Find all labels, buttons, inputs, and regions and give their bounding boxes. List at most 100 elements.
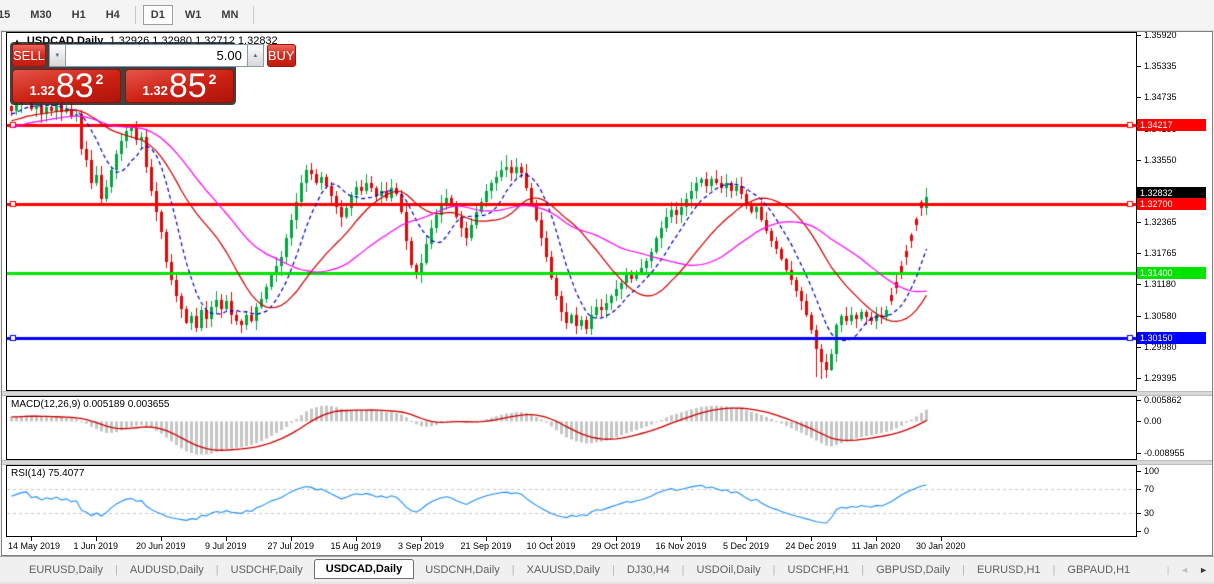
buy-price-sup: 2: [208, 71, 217, 87]
price-axis-tick: 1.34735: [1144, 92, 1177, 102]
tab-xauusd-daily[interactable]: XAUUSD,Daily: [516, 561, 611, 579]
hline-price-flag: 1.31400: [1137, 267, 1206, 279]
price-axis-tick-dash: [1137, 378, 1141, 379]
time-axis-label: 30 Jan 2020: [916, 541, 966, 551]
macd-canvas[interactable]: [7, 397, 1136, 459]
chart-window: ▲USDCAD,Daily 1.32926 1.32980 1.32712 1.…: [1, 31, 1213, 556]
sell-price-big: 83: [55, 67, 94, 105]
volume-decrease-button[interactable]: ▼: [48, 44, 66, 67]
timeframe-button-h1[interactable]: H1: [64, 5, 94, 25]
time-axis-label: 21 Sep 2019: [460, 541, 512, 551]
hline-price-flag: 1.32700: [1137, 198, 1206, 210]
time-axis-label: 27 Jul 2019: [267, 541, 315, 551]
time-axis-label: 10 Oct 2019: [526, 541, 576, 551]
rsi-axis-tick-dash: [1137, 531, 1141, 532]
tab-usdcnh-daily[interactable]: USDCNH,Daily: [414, 561, 511, 579]
tab-usdchf-h1[interactable]: USDCHF,H1: [777, 561, 861, 579]
time-axis-label: 11 Jan 2020: [851, 541, 901, 551]
tab-gbpaud-h1[interactable]: GBPAUD,H1: [1056, 561, 1141, 579]
spinner-up-icon: ▲: [252, 52, 259, 59]
tabs-scroll-left-icon[interactable]: ◄: [1180, 565, 1189, 575]
timeframe-button-d1[interactable]: D1: [142, 5, 173, 25]
buy-button[interactable]: BUY: [266, 44, 296, 67]
price-axis-tick-dash: [1137, 222, 1141, 223]
buy-price-small: 1.32: [142, 83, 168, 98]
tab-usdoil-daily[interactable]: USDOil,Daily: [685, 561, 771, 579]
tab-scroll-arrows: | ◄ ►: [1166, 565, 1208, 575]
timeframe-button-mn[interactable]: MN: [213, 5, 246, 25]
time-axis-label: 24 Dec 2019: [785, 541, 837, 551]
sell-price-button[interactable]: 1.32 83 2: [12, 69, 121, 103]
macd-axis-tick: 0.00: [1144, 416, 1162, 426]
rsi-axis-tick-dash: [1137, 513, 1141, 514]
rsi-axis-tick: 100: [1144, 466, 1160, 476]
rsi-axis-tick-dash: [1137, 471, 1141, 472]
macd-axis-tick: 0.005862: [1144, 396, 1182, 405]
tab-separator: |: [114, 563, 118, 576]
time-axis-label: 16 Nov 2019: [655, 541, 707, 551]
price-axis-tick-dash: [1137, 316, 1141, 317]
tab-usdchf-daily[interactable]: USDCHF,Daily: [220, 561, 314, 579]
price-axis-tick: 1.31180: [1144, 279, 1176, 289]
sell-price-sup: 2: [95, 71, 104, 87]
timeframe-button-h4[interactable]: H4: [98, 5, 128, 25]
hline-price-flag: 1.30150: [1137, 332, 1206, 344]
timeframe-button-w1[interactable]: W1: [177, 5, 210, 25]
tab-gbpusd-daily[interactable]: GBPUSD,Daily: [865, 561, 961, 579]
time-axis-label: 5 Dec 2019: [723, 541, 770, 551]
tab-separator: |: [861, 563, 865, 576]
tab-separator: |: [215, 563, 219, 576]
rsi-canvas[interactable]: [7, 466, 1136, 536]
macd-axis-tick-dash: [1137, 400, 1141, 401]
price-axis-tick-dash: [1137, 160, 1141, 161]
macd-axis-tick-dash: [1137, 453, 1141, 454]
time-axis-label: 3 Sep 2019: [398, 541, 445, 551]
price-axis-tick: 1.30580: [1144, 311, 1177, 321]
timeframe-button-15[interactable]: 15: [0, 5, 18, 25]
price-axis-tick: 1.35920: [1144, 32, 1177, 40]
axis-corner: [1137, 537, 1210, 555]
tab-separator: |: [511, 563, 515, 576]
price-axis[interactable]: 1.359201.353351.347351.341351.335501.329…: [1137, 32, 1210, 391]
toolbar-separator: [134, 6, 136, 24]
tab-separator: |: [1166, 564, 1170, 575]
time-axis-label: 15 Aug 2019: [330, 541, 382, 551]
sell-price-small: 1.32: [29, 83, 55, 98]
toolbar-separator: [253, 6, 255, 24]
tab-separator: |: [611, 563, 615, 576]
tab-usdcad-daily[interactable]: USDCAD,Daily: [313, 558, 415, 579]
tab-dj30-h4[interactable]: DJ30,H4: [616, 561, 681, 579]
price-axis-tick-dash: [1137, 35, 1141, 36]
macd-axis-tick: -0.008955: [1144, 448, 1185, 458]
tab-audusd-daily[interactable]: AUDUSD,Daily: [119, 561, 215, 579]
time-axis-label: 20 Jun 2019: [136, 541, 186, 551]
rsi-axis-tick-dash: [1137, 489, 1141, 490]
price-axis-tick: 1.35335: [1144, 61, 1177, 71]
price-axis-tick-dash: [1137, 97, 1141, 98]
tabs-scroll-right-icon[interactable]: ►: [1199, 565, 1208, 575]
rsi-axis-tick: 0: [1144, 526, 1150, 536]
price-axis-tick-dash: [1137, 284, 1141, 285]
price-axis-tick: 1.29395: [1144, 373, 1177, 383]
tab-eurusd-daily[interactable]: EURUSD,Daily: [18, 561, 114, 579]
macd-pane: MACD(12,26,9) 0.005189 0.003655: [6, 396, 1137, 460]
price-axis-tick-dash: [1137, 66, 1141, 67]
sell-button[interactable]: SELL: [12, 44, 46, 67]
macd-header: MACD(12,26,9) 0.005189 0.003655: [11, 399, 170, 410]
volume-increase-button[interactable]: ▲: [246, 44, 264, 67]
volume-stepper: ▼ ▲: [48, 44, 264, 67]
rsi-axis-tick: 70: [1144, 484, 1155, 494]
volume-input[interactable]: [65, 44, 247, 67]
buy-price-button[interactable]: 1.32 85 2: [125, 69, 234, 103]
tab-separator: |: [772, 563, 776, 576]
price-axis-tick: 1.32365: [1144, 217, 1177, 227]
chart-tab-bar: EURUSD,Daily | AUDUSD,Daily | USDCHF,Daily US…: [0, 556, 1214, 582]
price-axis-tick-dash: [1137, 253, 1141, 254]
tab-separator: |: [1052, 563, 1056, 576]
time-axis[interactable]: 14 May 2019 1 Jun 2019 20 Jun 2019 9 Jul 20…: [6, 537, 1137, 555]
main-price-pane: ▲USDCAD,Daily 1.32926 1.32980 1.32712 1.…: [6, 32, 1137, 391]
tab-eurusd-h1[interactable]: EURUSD,H1: [966, 561, 1052, 579]
tab-separator: |: [681, 563, 685, 576]
price-axis-tick: 1.33550: [1144, 155, 1177, 165]
timeframe-button-m30[interactable]: M30: [22, 5, 59, 25]
